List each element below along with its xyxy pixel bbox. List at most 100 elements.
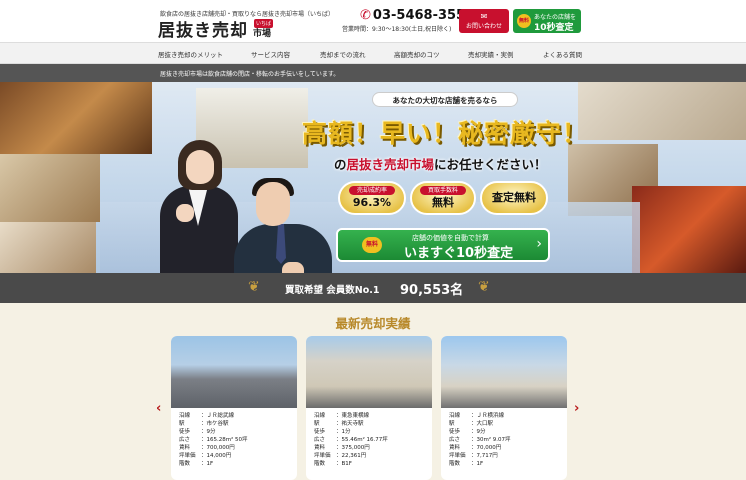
info-row: 駅 ：大口駅 xyxy=(449,420,559,428)
info-row: 駅 ：祐天寺駅 xyxy=(314,420,424,428)
phone-number[interactable]: ✆ 03-5468-3554 xyxy=(360,8,474,23)
info-row: 徒歩 ：1分 xyxy=(314,428,424,436)
hero-sub-suffix: にお任せください！ xyxy=(434,157,547,172)
info-key: 坪単価 xyxy=(179,453,196,459)
chevron-right-icon: › xyxy=(536,236,542,252)
info-value: ：大口駅 xyxy=(471,421,494,427)
stat-value: 96.3% xyxy=(352,196,392,209)
info-key: 賃料 xyxy=(314,445,326,451)
member-label: 買取希望 会員数No.1 xyxy=(285,285,380,296)
info-value: ：70,000円 xyxy=(471,445,502,451)
cta-line2: いますぐ10秒査定 xyxy=(404,246,514,261)
info-key: 沿線 xyxy=(314,413,326,419)
info-row: 徒歩 ：9分 xyxy=(179,428,289,436)
info-value: ：700,000円 xyxy=(201,445,235,451)
results-title: 最新売却実績 xyxy=(335,316,411,331)
result-card[interactable]: 沿線 ：東急東横線 駅：祐天寺駅 徒歩 ：1分 広さ ：55.46m² 16.77坪 … xyxy=(306,336,432,480)
info-row: 沿線 ：ＪＲ総武線 xyxy=(179,412,289,420)
info-key: 徒歩 xyxy=(449,429,461,435)
main-nav: 居抜き売却のメリット サービス内容 売却までの流れ 高額売却のコツ 売却実績・実… xyxy=(0,42,746,64)
quick-valuation-button[interactable]: 無料 店舗の価値を自動で計算 いますぐ10秒査定 › xyxy=(336,228,550,262)
hero-subheadline: の居抜き売却市場にお任せください！ xyxy=(334,154,547,173)
property-photo xyxy=(171,336,297,408)
nav-item-tips[interactable]: 高額売却のコツ xyxy=(394,49,440,59)
info-value: ：1F xyxy=(201,461,214,467)
info-strip: 居抜き売却市場は飲食店舗の閉店・移転のお手伝いをしています。 xyxy=(0,64,746,82)
info-key: 坪単価 xyxy=(314,453,331,459)
property-info: 沿線 ：東急東横線 駅：祐天寺駅 徒歩 ：1分 広さ ：55.46m² 16.77坪 … xyxy=(306,408,432,472)
logo[interactable]: 居抜き売却 xyxy=(158,16,248,41)
info-row: 坪単価 ：22,361円 xyxy=(314,452,424,460)
carousel-next-button[interactable]: › xyxy=(574,401,579,416)
result-card[interactable]: 沿線 ：ＪＲ横浜線 駅 ：大口駅 徒歩 ：9分 広さ ：30m² 9.07坪 賃料 ：70… xyxy=(441,336,567,480)
info-value: ：ＪＲ横浜線 xyxy=(471,413,505,419)
info-key: 駅 xyxy=(314,421,320,427)
info-row: 広さ ：55.46m² 16.77坪 xyxy=(314,436,424,444)
info-value: ：B1F xyxy=(336,461,352,467)
info-row: 賃料 ：375,000円 xyxy=(314,444,424,452)
info-row: 坪単価 ：7,717円 xyxy=(449,452,559,460)
info-key: 階数 xyxy=(179,461,191,467)
cta-free-badge: 無料 xyxy=(362,237,382,253)
info-key: 沿線 xyxy=(449,413,461,419)
info-value: ：祐天寺駅 xyxy=(336,421,364,427)
phone-icon: ✆ xyxy=(360,8,371,23)
info-value: ：1分 xyxy=(336,429,351,435)
hero-sub-highlight: 居抜き売却市場 xyxy=(346,157,435,172)
info-value: ：22,361円 xyxy=(336,453,367,459)
property-info: 沿線 ：ＪＲ総武線 駅 ：市ケ谷駅 徒歩 ：9分 広さ ：165.28m² 50坪 賃料… xyxy=(171,408,297,472)
info-value: ：30m² 9.07坪 xyxy=(471,437,511,443)
valuation-line2: 10秒査定 xyxy=(534,23,574,33)
man-fist xyxy=(282,262,304,273)
stat-caption: 買取手数料 xyxy=(420,186,466,195)
info-key: 坪単価 xyxy=(449,453,466,459)
laurel-icon: ❦ xyxy=(248,279,260,295)
nav-item-faq[interactable]: よくある質問 xyxy=(543,49,582,59)
restaurant-photo xyxy=(0,154,100,222)
member-count: 90,553名 xyxy=(400,283,464,298)
info-key: 駅 xyxy=(179,421,185,427)
hero-sub-prefix: の xyxy=(334,157,347,172)
info-key: 駅 xyxy=(449,421,455,427)
info-key: 広さ xyxy=(179,437,191,443)
info-row: 階数 ：1F xyxy=(179,460,289,468)
info-key: 賃料 xyxy=(179,445,191,451)
info-value: ：市ケ谷駅 xyxy=(201,421,229,427)
carousel-prev-button[interactable]: ‹ xyxy=(156,401,161,416)
stat-contract-rate: 売却成約率 96.3% xyxy=(338,181,406,215)
info-row: 坪単価 ：14,000円 xyxy=(179,452,289,460)
info-key: 階数 xyxy=(449,461,461,467)
stat-free-valuation: 査定無料 xyxy=(480,181,548,215)
restaurant-photo xyxy=(0,222,96,273)
mail-icon: ✉ xyxy=(480,12,488,21)
info-row: 広さ ：30m² 9.07坪 xyxy=(449,436,559,444)
property-photo xyxy=(306,336,432,408)
contact-button[interactable]: ✉ お問い合わせ xyxy=(459,9,509,33)
property-info: 沿線 ：ＪＲ横浜線 駅 ：大口駅 徒歩 ：9分 広さ ：30m² 9.07坪 賃料 ：70… xyxy=(441,408,567,472)
results-section: 最新売却実績 ‹ › 沿線 ：ＪＲ総武線 駅 ：市ケ谷駅 徒歩 ：9分 広さ ：165.… xyxy=(0,303,746,480)
nav-item-results[interactable]: 売却実績・実例 xyxy=(468,49,514,59)
info-strip-text: 居抜き売却市場は飲食店舗の閉店・移転のお手伝いをしています。 xyxy=(160,71,340,78)
result-card[interactable]: 沿線 ：ＪＲ総武線 駅 ：市ケ谷駅 徒歩 ：9分 広さ ：165.28m² 50坪 賃料… xyxy=(171,336,297,480)
info-row: 賃料 ：700,000円 xyxy=(179,444,289,452)
restaurant-photo xyxy=(632,186,746,273)
chevron-left-icon: ‹ xyxy=(156,401,162,416)
nav-item-merit[interactable]: 居抜き売却のメリット xyxy=(158,49,223,59)
logo-sub: 市場 xyxy=(253,29,272,39)
info-row: 沿線 ：東急東横線 xyxy=(314,412,424,420)
stat-value: 無料 xyxy=(432,196,454,209)
stat-fee: 買取手数料 無料 xyxy=(410,181,476,215)
business-hours: 営業時間：9:30〜18:30(土日,祝日除く) xyxy=(342,26,452,33)
laurel-icon: ❦ xyxy=(478,279,490,295)
info-row: 駅 ：市ケ谷駅 xyxy=(179,420,289,428)
info-value: ：165.28m² 50坪 xyxy=(201,437,248,443)
info-value: ：東急東横線 xyxy=(336,413,370,419)
info-value: ：55.46m² 16.77坪 xyxy=(336,437,388,443)
valuation-button[interactable]: 無料 あなたの店舗を 10秒査定 xyxy=(513,9,581,33)
info-value: ：7,717円 xyxy=(471,453,498,459)
hero-headline: 高額！早い！秘密厳守！ xyxy=(302,119,589,148)
nav-item-flow[interactable]: 売却までの流れ xyxy=(320,49,366,59)
info-row: 賃料 ：70,000円 xyxy=(449,444,559,452)
info-key: 広さ xyxy=(314,437,326,443)
nav-item-service[interactable]: サービス内容 xyxy=(251,49,290,59)
